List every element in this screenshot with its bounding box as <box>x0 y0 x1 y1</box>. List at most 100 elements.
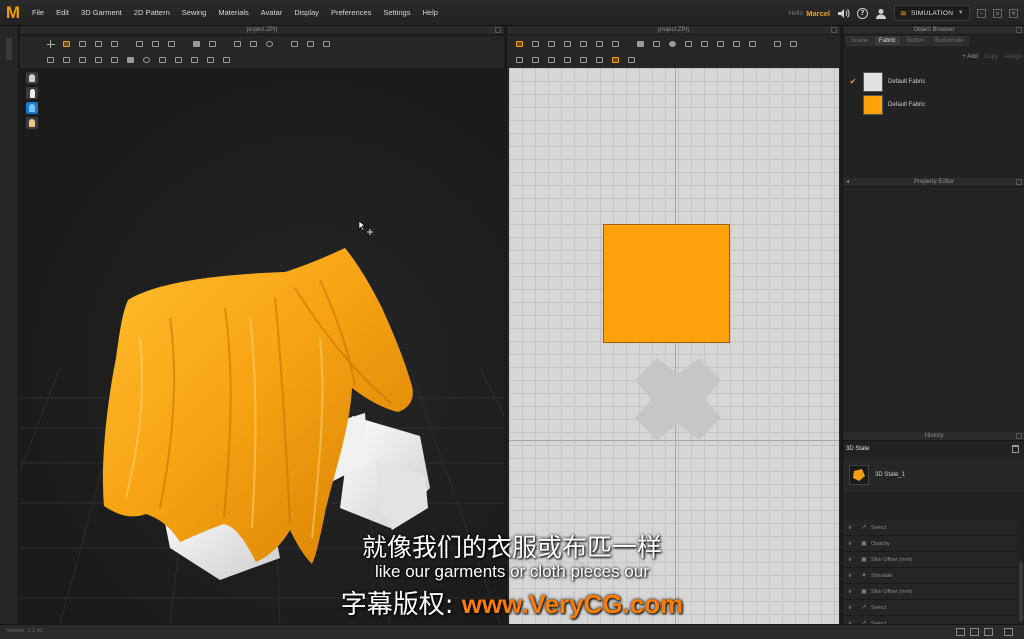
menu-materials[interactable]: Materials <box>212 0 254 26</box>
layer-icon[interactable] <box>172 54 185 66</box>
avatar-texture-icon[interactable] <box>26 117 38 129</box>
layout-single-icon[interactable] <box>956 628 965 636</box>
menu-edit[interactable]: Edit <box>50 0 75 26</box>
menu-preferences[interactable]: Preferences <box>325 0 377 26</box>
internal-rectangle-icon[interactable] <box>698 38 711 50</box>
menu-2d-pattern[interactable]: 2D Pattern <box>128 0 176 26</box>
measure-icon[interactable] <box>231 38 244 50</box>
freeze-icon[interactable] <box>140 54 153 66</box>
maximize-icon[interactable] <box>1016 179 1022 185</box>
fold-arrange-icon[interactable] <box>188 54 201 66</box>
sewing-line-icon[interactable] <box>133 38 146 50</box>
avatar-display-icon[interactable] <box>26 87 38 99</box>
fabric-pattern-piece[interactable] <box>603 224 730 343</box>
avatar-surface-icon[interactable] <box>26 102 38 114</box>
tab-buttonhole[interactable]: Buttonhole <box>930 36 969 46</box>
help-icon[interactable]: ? <box>857 7 868 19</box>
restore-icon[interactable]: ▫ <box>993 8 1002 18</box>
pin-tool-icon[interactable] <box>190 38 203 50</box>
maximize-icon[interactable] <box>1016 27 1022 33</box>
arrangement-icon[interactable] <box>206 38 219 50</box>
menu-avatar[interactable]: Avatar <box>255 0 289 26</box>
symmetric-icon[interactable] <box>609 54 622 66</box>
menu-display[interactable]: Display <box>288 0 325 26</box>
internal-polygon-icon[interactable] <box>714 38 727 50</box>
edit-curvature-icon[interactable] <box>545 38 558 50</box>
buttonhole-tool-icon[interactable] <box>304 38 317 50</box>
trash-icon[interactable] <box>1012 445 1019 453</box>
simulation-mode-dropdown[interactable]: ≋ SIMULATION ▼ <box>894 5 970 21</box>
rectangle-icon[interactable] <box>634 38 647 50</box>
select-move-tool-icon[interactable] <box>60 38 73 50</box>
internal-circle-icon[interactable] <box>730 38 743 50</box>
edit-pattern-icon[interactable] <box>92 38 105 50</box>
transform-tool-icon[interactable] <box>76 38 89 50</box>
fullscreen-icon[interactable] <box>1004 628 1013 636</box>
fit-map-icon[interactable] <box>108 54 121 66</box>
grain-icon[interactable] <box>625 54 638 66</box>
trace-icon[interactable] <box>513 54 526 66</box>
avatar-measure-icon[interactable] <box>263 38 276 50</box>
tack-tool-icon[interactable] <box>165 38 178 50</box>
maximize-icon[interactable] <box>831 27 837 33</box>
edit-sewing-icon[interactable] <box>593 38 606 50</box>
tape-icon[interactable] <box>247 38 260 50</box>
segment-sewing-icon[interactable] <box>771 38 784 50</box>
move-tool-icon[interactable] <box>44 38 57 50</box>
fabric-list-item[interactable]: Default Fabric <box>843 93 1024 116</box>
edit-pattern-icon[interactable] <box>529 38 542 50</box>
user-name[interactable]: Marcel <box>806 9 830 18</box>
user-icon[interactable] <box>875 8 887 19</box>
image-icon[interactable] <box>682 38 695 50</box>
library-tab-handle[interactable] <box>6 38 12 60</box>
check-sewing-icon[interactable] <box>545 54 558 66</box>
fold-pattern-icon[interactable] <box>593 54 606 66</box>
stress-map-icon[interactable] <box>92 54 105 66</box>
strain-map-icon[interactable] <box>76 54 89 66</box>
speaker-icon[interactable] <box>837 8 850 19</box>
minimize-icon[interactable]: – <box>977 8 986 18</box>
seam-allowance-icon[interactable] <box>561 54 574 66</box>
menu-help[interactable]: Help <box>416 0 443 26</box>
deactivate-icon[interactable] <box>156 54 169 66</box>
menu-3d-garment[interactable]: 3D Garment <box>75 0 128 26</box>
transform-pattern-icon[interactable] <box>513 38 526 50</box>
fold-tool-icon[interactable] <box>149 38 162 50</box>
simulate-icon[interactable] <box>44 54 57 66</box>
edit-curve-point-icon[interactable] <box>561 38 574 50</box>
pleat-icon[interactable] <box>577 54 590 66</box>
fabric-tool-icon[interactable] <box>320 38 333 50</box>
circle-icon[interactable] <box>666 38 679 50</box>
copy-fabric-button[interactable]: Copy <box>984 54 998 60</box>
pressure-icon[interactable] <box>60 54 73 66</box>
add-point-icon[interactable] <box>577 38 590 50</box>
layout-split-icon[interactable] <box>970 628 979 636</box>
maximize-icon[interactable] <box>495 27 501 33</box>
menu-sewing[interactable]: Sewing <box>176 0 213 26</box>
dart-icon[interactable] <box>746 38 759 50</box>
garment-display-icon[interactable] <box>26 72 38 84</box>
internal-line-icon[interactable] <box>609 38 622 50</box>
add-fabric-button[interactable]: + Add <box>962 54 978 60</box>
edit-point-icon[interactable] <box>108 38 121 50</box>
tab-button[interactable]: Button <box>901 36 930 46</box>
button-tool-icon[interactable] <box>288 38 301 50</box>
tab-scene[interactable]: Scene <box>846 36 874 46</box>
shrink-icon[interactable] <box>204 54 217 66</box>
fabric-list-item[interactable]: ✔ Default Fabric <box>843 70 1024 93</box>
tab-fabric[interactable]: Fabric <box>874 36 901 46</box>
menu-settings[interactable]: Settings <box>377 0 416 26</box>
free-sewing-icon[interactable] <box>787 38 800 50</box>
history-state-item[interactable]: 3D State_1 <box>843 458 1024 492</box>
solidify-icon[interactable] <box>124 54 137 66</box>
layout-dual-icon[interactable] <box>984 628 993 636</box>
close-icon[interactable]: × <box>1009 8 1018 18</box>
texture-icon[interactable] <box>220 54 233 66</box>
polygon-icon[interactable] <box>650 38 663 50</box>
offset-icon[interactable] <box>529 54 542 66</box>
mouse-cursor-icon <box>358 220 373 235</box>
collapse-arrow-icon[interactable]: ◂ <box>846 178 849 187</box>
maximize-icon[interactable] <box>1016 433 1022 439</box>
menu-file[interactable]: File <box>26 0 50 26</box>
assign-fabric-button[interactable]: Assign <box>1004 54 1022 60</box>
